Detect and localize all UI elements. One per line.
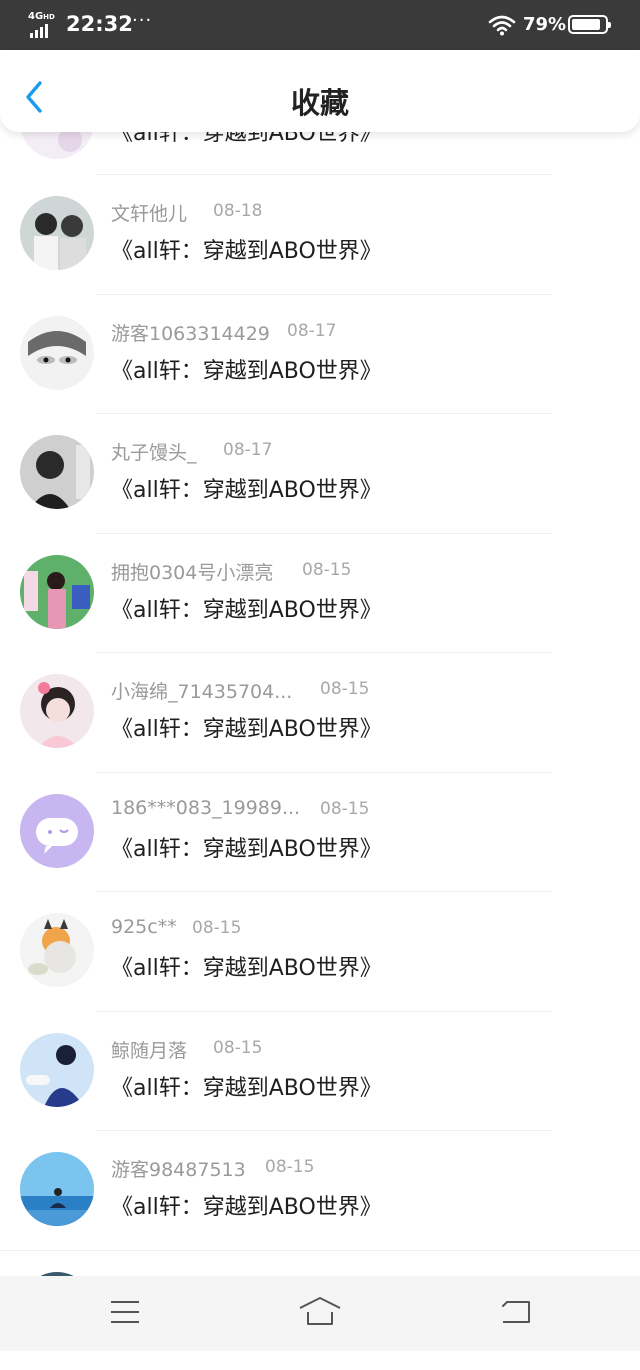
avatar — [20, 555, 94, 629]
list-item[interactable]: 925c** 08-15 《all轩：穿越到ABO世界》 — [0, 892, 640, 1012]
item-date: 08-18 — [213, 201, 262, 221]
home-icon[interactable] — [298, 1294, 342, 1330]
work-title: 《all轩：穿越到ABO世界》 — [111, 592, 382, 624]
work-title: 《all轩：穿越到ABO世界》 — [111, 950, 382, 982]
item-date: 08-15 — [265, 1157, 314, 1177]
list-item[interactable]: 丸子馒头_ 08-17 《all轩：穿越到ABO世界》 — [0, 414, 640, 534]
avatar — [20, 794, 94, 868]
list-item[interactable]: 186***083_19989... 08-15 《all轩：穿越到ABO世界》 — [0, 773, 640, 893]
back-icon[interactable] — [493, 1294, 537, 1330]
user-name: 鲸随月落 — [111, 1036, 187, 1063]
work-title: 《all轩：穿越到ABO世界》 — [111, 1070, 382, 1102]
user-name: 丸子馒头_ — [111, 438, 197, 465]
work-title: 《all轩：穿越到ABO世界》 — [111, 1189, 382, 1221]
avatar — [20, 1152, 94, 1226]
user-name: 拥抱0304号小漂亮 — [111, 558, 273, 585]
avatar — [20, 1033, 94, 1107]
list-item[interactable]: 游客98487513 08-15 《all轩：穿越到ABO世界》 — [0, 1131, 640, 1251]
avatar — [20, 435, 94, 509]
list-item[interactable]: 文轩他儿 08-18 《all轩：穿越到ABO世界》 — [0, 175, 640, 295]
user-name: 925c** — [111, 916, 177, 938]
header: 收藏 — [0, 50, 640, 132]
avatar — [20, 913, 94, 987]
work-title: 《all轩：穿越到ABO世界》 — [111, 831, 382, 863]
work-title: 《all轩：穿越到ABO世界》 — [111, 353, 382, 385]
more-notifications-icon: ··· — [132, 10, 152, 31]
user-name: 文轩他儿 — [111, 199, 187, 226]
work-title: 《all轩：穿越到ABO世界》 — [111, 472, 382, 504]
user-name: 小海绵_71435704... — [111, 677, 292, 704]
avatar — [20, 196, 94, 270]
nav-bar — [0, 1276, 640, 1351]
item-date: 08-17 — [223, 440, 272, 460]
list-item[interactable]: 拥抱0304号小漂亮 08-15 《all轩：穿越到ABO世界》 — [0, 534, 640, 654]
favorites-list: 《all轩：穿越到ABO世界》 文轩他儿 08-18 《all轩：穿越到ABO世界》… — [0, 115, 640, 1370]
avatar — [20, 316, 94, 390]
user-name: 186***083_19989... — [111, 797, 300, 819]
wifi-icon — [488, 14, 516, 36]
status-bar: 4GHD 22:32 ··· 79% — [0, 0, 640, 50]
list-item[interactable]: 小海绵_71435704... 08-15 《all轩：穿越到ABO世界》 — [0, 653, 640, 773]
menu-icon[interactable] — [103, 1294, 147, 1330]
list-item[interactable]: 鲸随月落 08-15 《all轩：穿越到ABO世界》 — [0, 1012, 640, 1132]
battery-percent: 79% — [523, 14, 566, 35]
item-date: 08-15 — [320, 679, 369, 699]
list-item[interactable]: 游客1063314429 08-17 《all轩：穿越到ABO世界》 — [0, 295, 640, 415]
avatar — [20, 674, 94, 748]
item-date: 08-15 — [320, 799, 369, 819]
signal-icon: 4GHD — [28, 12, 60, 38]
item-date: 08-15 — [213, 1038, 262, 1058]
work-title: 《all轩：穿越到ABO世界》 — [111, 711, 382, 743]
battery-icon — [568, 15, 608, 34]
item-date: 08-17 — [287, 321, 336, 341]
status-time: 22:32 — [66, 12, 133, 36]
work-title: 《all轩：穿越到ABO世界》 — [111, 233, 382, 265]
item-date: 08-15 — [302, 560, 351, 580]
user-name: 游客98487513 — [111, 1155, 246, 1182]
item-date: 08-15 — [192, 918, 241, 938]
page-title: 收藏 — [0, 80, 640, 122]
user-name: 游客1063314429 — [111, 319, 270, 346]
